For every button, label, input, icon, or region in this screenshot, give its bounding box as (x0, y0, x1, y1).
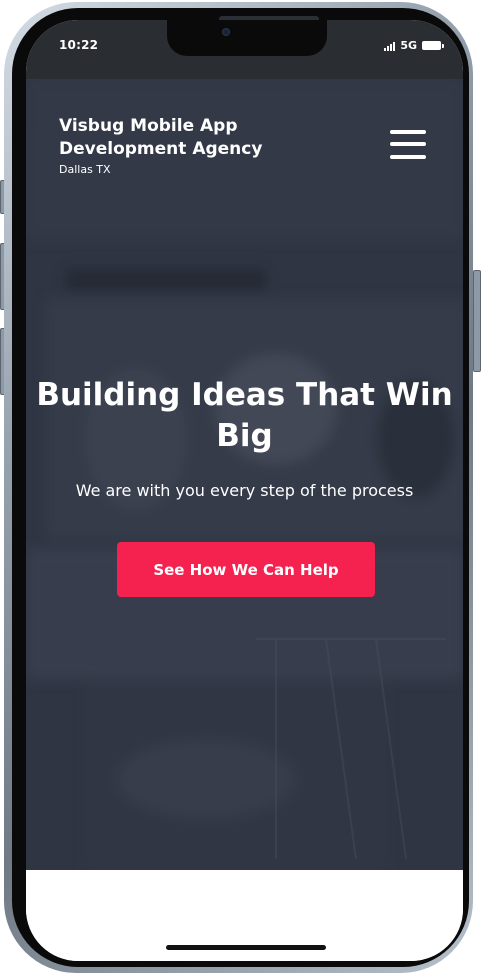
hero-section: Visbug Mobile App Development Agency Dal… (26, 79, 463, 870)
see-how-we-can-help-button[interactable]: See How We Can Help (117, 542, 375, 597)
power-button (473, 270, 481, 372)
signal-icon (384, 41, 396, 51)
menu-bar-bottom (390, 155, 426, 159)
status-indicators: 5G (384, 39, 444, 52)
hero-overlay (26, 79, 463, 870)
notch (167, 20, 327, 56)
battery-icon (422, 41, 444, 50)
brand-name[interactable]: Visbug Mobile App Development Agency (59, 115, 309, 161)
network-type: 5G (400, 39, 417, 52)
home-indicator[interactable] (166, 945, 326, 950)
phone-mockup: 10:22 5G Visbug Mobile App Development A… (0, 0, 481, 977)
hero-subheadline: We are with you every step of the proces… (75, 481, 414, 500)
status-time: 10:22 (59, 38, 99, 52)
menu-bar-middle (390, 142, 426, 146)
brand-location: Dallas TX (59, 163, 111, 176)
phone-screen: 10:22 5G Visbug Mobile App Development A… (26, 20, 463, 961)
menu-bar-top (390, 130, 426, 134)
brand-block[interactable]: Visbug Mobile App Development Agency Dal… (59, 115, 309, 176)
hero-headline: Building Ideas That Win Big (36, 377, 453, 454)
hamburger-menu-icon[interactable] (390, 130, 426, 160)
status-bar: 10:22 5G (26, 20, 463, 79)
front-camera-icon (222, 28, 230, 36)
